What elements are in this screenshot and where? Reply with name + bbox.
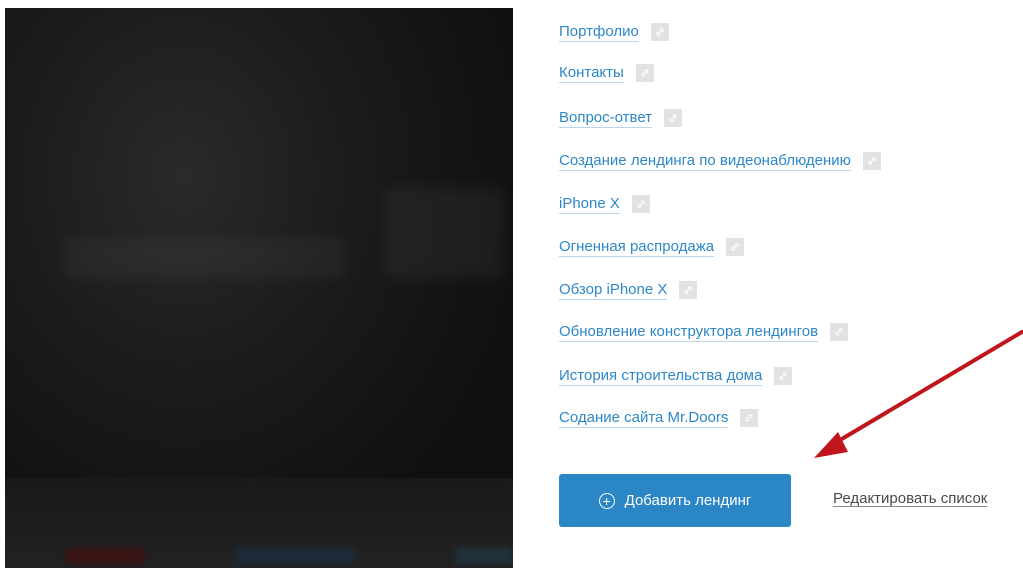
- list-item: История строительства дома: [559, 365, 793, 387]
- list-item: Обзор iPhone X: [559, 279, 698, 301]
- page-link[interactable]: Портфолио: [559, 23, 639, 42]
- list-item: Содание сайта Mr.Doors: [559, 407, 759, 429]
- link-icon[interactable]: [679, 281, 698, 299]
- add-landing-button[interactable]: + Добавить лендинг: [559, 474, 791, 527]
- link-icon[interactable]: [631, 195, 650, 213]
- page-link[interactable]: Контакты: [559, 64, 624, 83]
- link-icon[interactable]: [650, 23, 669, 41]
- page-preview-image: [5, 8, 513, 568]
- list-item: Вопрос-ответ: [559, 107, 683, 129]
- link-icon[interactable]: [774, 367, 793, 385]
- link-icon[interactable]: [862, 152, 881, 170]
- page-link[interactable]: История строительства дома: [559, 367, 763, 386]
- list-item: iPhone X: [559, 193, 650, 215]
- page-link[interactable]: iPhone X: [559, 195, 620, 214]
- link-icon[interactable]: [740, 409, 759, 427]
- page-link[interactable]: Огненная распродажа: [559, 238, 715, 257]
- page-link[interactable]: Содание сайта Mr.Doors: [559, 409, 729, 428]
- edit-list-link[interactable]: Редактировать список: [833, 490, 987, 507]
- page-link[interactable]: Обзор iPhone X: [559, 281, 668, 300]
- link-icon[interactable]: [635, 64, 654, 82]
- add-landing-label: Добавить лендинг: [624, 492, 752, 509]
- link-icon[interactable]: [726, 238, 745, 256]
- page-link[interactable]: Создание лендинга по видеонаблюдению: [559, 152, 851, 171]
- list-item: Создание лендинга по видеонаблюдению: [559, 150, 881, 172]
- link-icon[interactable]: [664, 109, 683, 127]
- annotation-arrow: [814, 330, 1023, 458]
- page-link[interactable]: Вопрос-ответ: [559, 109, 653, 128]
- list-item: Огненная распродажа: [559, 236, 745, 258]
- list-item: Портфолио: [559, 21, 669, 43]
- plus-circle-icon: +: [598, 492, 615, 509]
- page-link[interactable]: Обновление конструктора лендингов: [559, 323, 819, 342]
- list-item: Контакты: [559, 62, 654, 84]
